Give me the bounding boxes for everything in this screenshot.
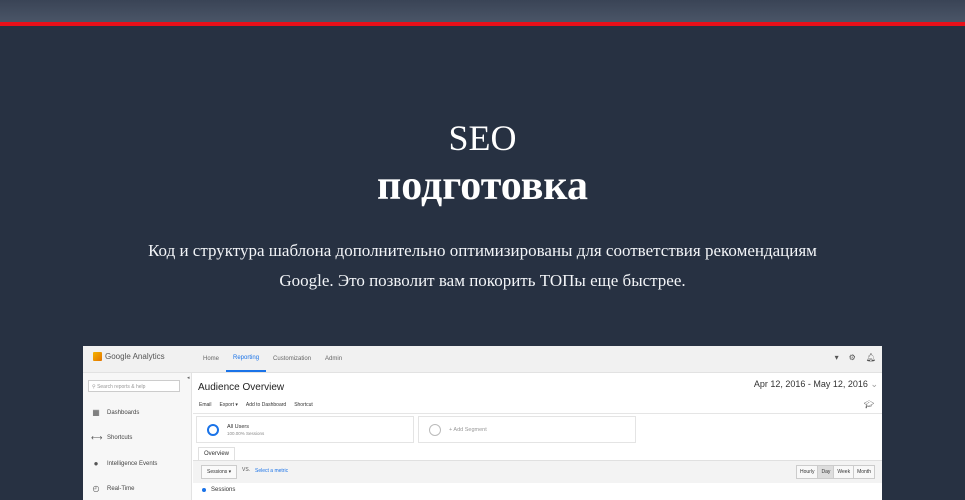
- clock-icon: ◴: [92, 484, 100, 493]
- page-title: Audience Overview: [198, 382, 285, 393]
- granularity-month[interactable]: Month: [853, 465, 875, 479]
- add-to-dashboard-button[interactable]: Add to Dashboard: [246, 402, 286, 408]
- segment-sub: 100.00% Sessions: [227, 431, 265, 436]
- sidebar-item-shortcuts[interactable]: ⟷ Shortcuts: [91, 433, 132, 442]
- series-legend: Sessions: [202, 487, 235, 493]
- hero-section: SEO подготовка Код и структура шаблона д…: [0, 116, 965, 296]
- ga-header: Google Analytics Home Reporting Customiz…: [83, 346, 882, 373]
- grid-icon: ▦: [92, 408, 100, 417]
- shortcut-button[interactable]: Shortcut: [294, 402, 313, 408]
- sidebar-item-dashboards[interactable]: ▦ Dashboards: [91, 408, 139, 417]
- granularity-day[interactable]: Day: [817, 465, 835, 479]
- nav-reporting[interactable]: Reporting: [226, 346, 267, 372]
- sidebar-item-label: Shortcuts: [107, 434, 133, 441]
- date-range-text: Apr 12, 2016 - May 12, 2016: [753, 379, 868, 389]
- select-metric-link[interactable]: Select a metric: [255, 468, 288, 474]
- nav-customization[interactable]: Customization: [266, 346, 318, 372]
- segment-name: All Users: [227, 424, 250, 430]
- ga-logo[interactable]: Google Analytics: [93, 352, 165, 361]
- add-segment-label: + Add Segment: [449, 427, 487, 433]
- granularity-week[interactable]: Week: [833, 465, 855, 479]
- export-button[interactable]: Export ▾: [220, 402, 238, 408]
- dropdown-icon[interactable]: ▾: [835, 353, 839, 362]
- nav-home[interactable]: Home: [196, 346, 226, 372]
- date-range-picker[interactable]: Apr 12, 2016 - May 12, 2016 ⌄: [754, 379, 878, 390]
- ga-logo-text: Google Analytics: [105, 352, 165, 361]
- collapse-icon[interactable]: ◂: [187, 375, 190, 381]
- email-button[interactable]: Email: [199, 402, 212, 408]
- sidebar-item-label: Real-Time: [107, 485, 135, 492]
- heading-podgotovka: подготовка: [377, 163, 588, 209]
- ga-sidebar: ◂ ⚲ Search reports & help ▦ Dashboards ⟷…: [83, 373, 192, 500]
- sidebar-item-realtime[interactable]: ◴ Real-Time: [91, 484, 135, 493]
- bulb-icon: ●: [93, 459, 99, 468]
- sidebar-item-label: Intelligence Events: [107, 460, 158, 467]
- top-bar: [0, 0, 965, 22]
- export-label: Export: [219, 402, 234, 408]
- granularity-toggle: Hourly Day Week Month: [796, 465, 875, 479]
- ga-logo-icon: [93, 352, 102, 361]
- granularity-hourly[interactable]: Hourly: [796, 465, 819, 479]
- bell-icon[interactable]: 🔔︎: [866, 353, 876, 362]
- series-dot-icon: [202, 488, 206, 492]
- ga-action-bar: Email Export ▾ Add to Dashboard Shortcut: [199, 402, 313, 408]
- segment-empty-ring-icon: [429, 424, 441, 436]
- segment-all-users[interactable]: All Users 100.00% Sessions: [196, 416, 414, 443]
- series-label: Sessions: [211, 487, 236, 493]
- tab-overview[interactable]: Overview: [198, 447, 236, 460]
- search-placeholder: Search reports & help: [97, 384, 146, 390]
- hero-description: Код и структура шаблона дополнительно оп…: [148, 241, 817, 290]
- ga-tools: ▾ ⚙ 🔔︎: [835, 353, 876, 362]
- ga-nav: Home Reporting Customization Admin: [196, 346, 349, 372]
- metric-bar: Sessions ▾ VS. Select a metric Hourly Da…: [193, 460, 882, 483]
- chevron-down-icon: ⌄: [870, 379, 878, 389]
- gear-icon[interactable]: ⚙: [849, 353, 856, 362]
- metric-label: Sessions: [207, 469, 228, 475]
- metric-select[interactable]: Sessions ▾: [201, 465, 238, 479]
- analytics-screenshot: Google Analytics Home Reporting Customiz…: [83, 346, 882, 500]
- sidebar-item-label: Dashboards: [107, 409, 140, 416]
- ga-main: Audience Overview Apr 12, 2016 - May 12,…: [193, 373, 882, 500]
- graduation-cap-icon[interactable]: 🎓︎: [864, 400, 874, 409]
- nav-admin[interactable]: Admin: [318, 346, 349, 372]
- add-segment-button[interactable]: + Add Segment: [418, 416, 636, 443]
- segment-ring-icon: [207, 424, 219, 436]
- arrows-icon: ⟷: [91, 433, 103, 442]
- sidebar-item-intelligence[interactable]: ● Intelligence Events: [91, 459, 158, 468]
- search-input[interactable]: ⚲ Search reports & help: [88, 380, 180, 392]
- divider: [193, 413, 882, 414]
- heading-seo: SEO: [448, 118, 517, 158]
- accent-line: [0, 22, 965, 26]
- vs-label: VS.: [242, 467, 251, 473]
